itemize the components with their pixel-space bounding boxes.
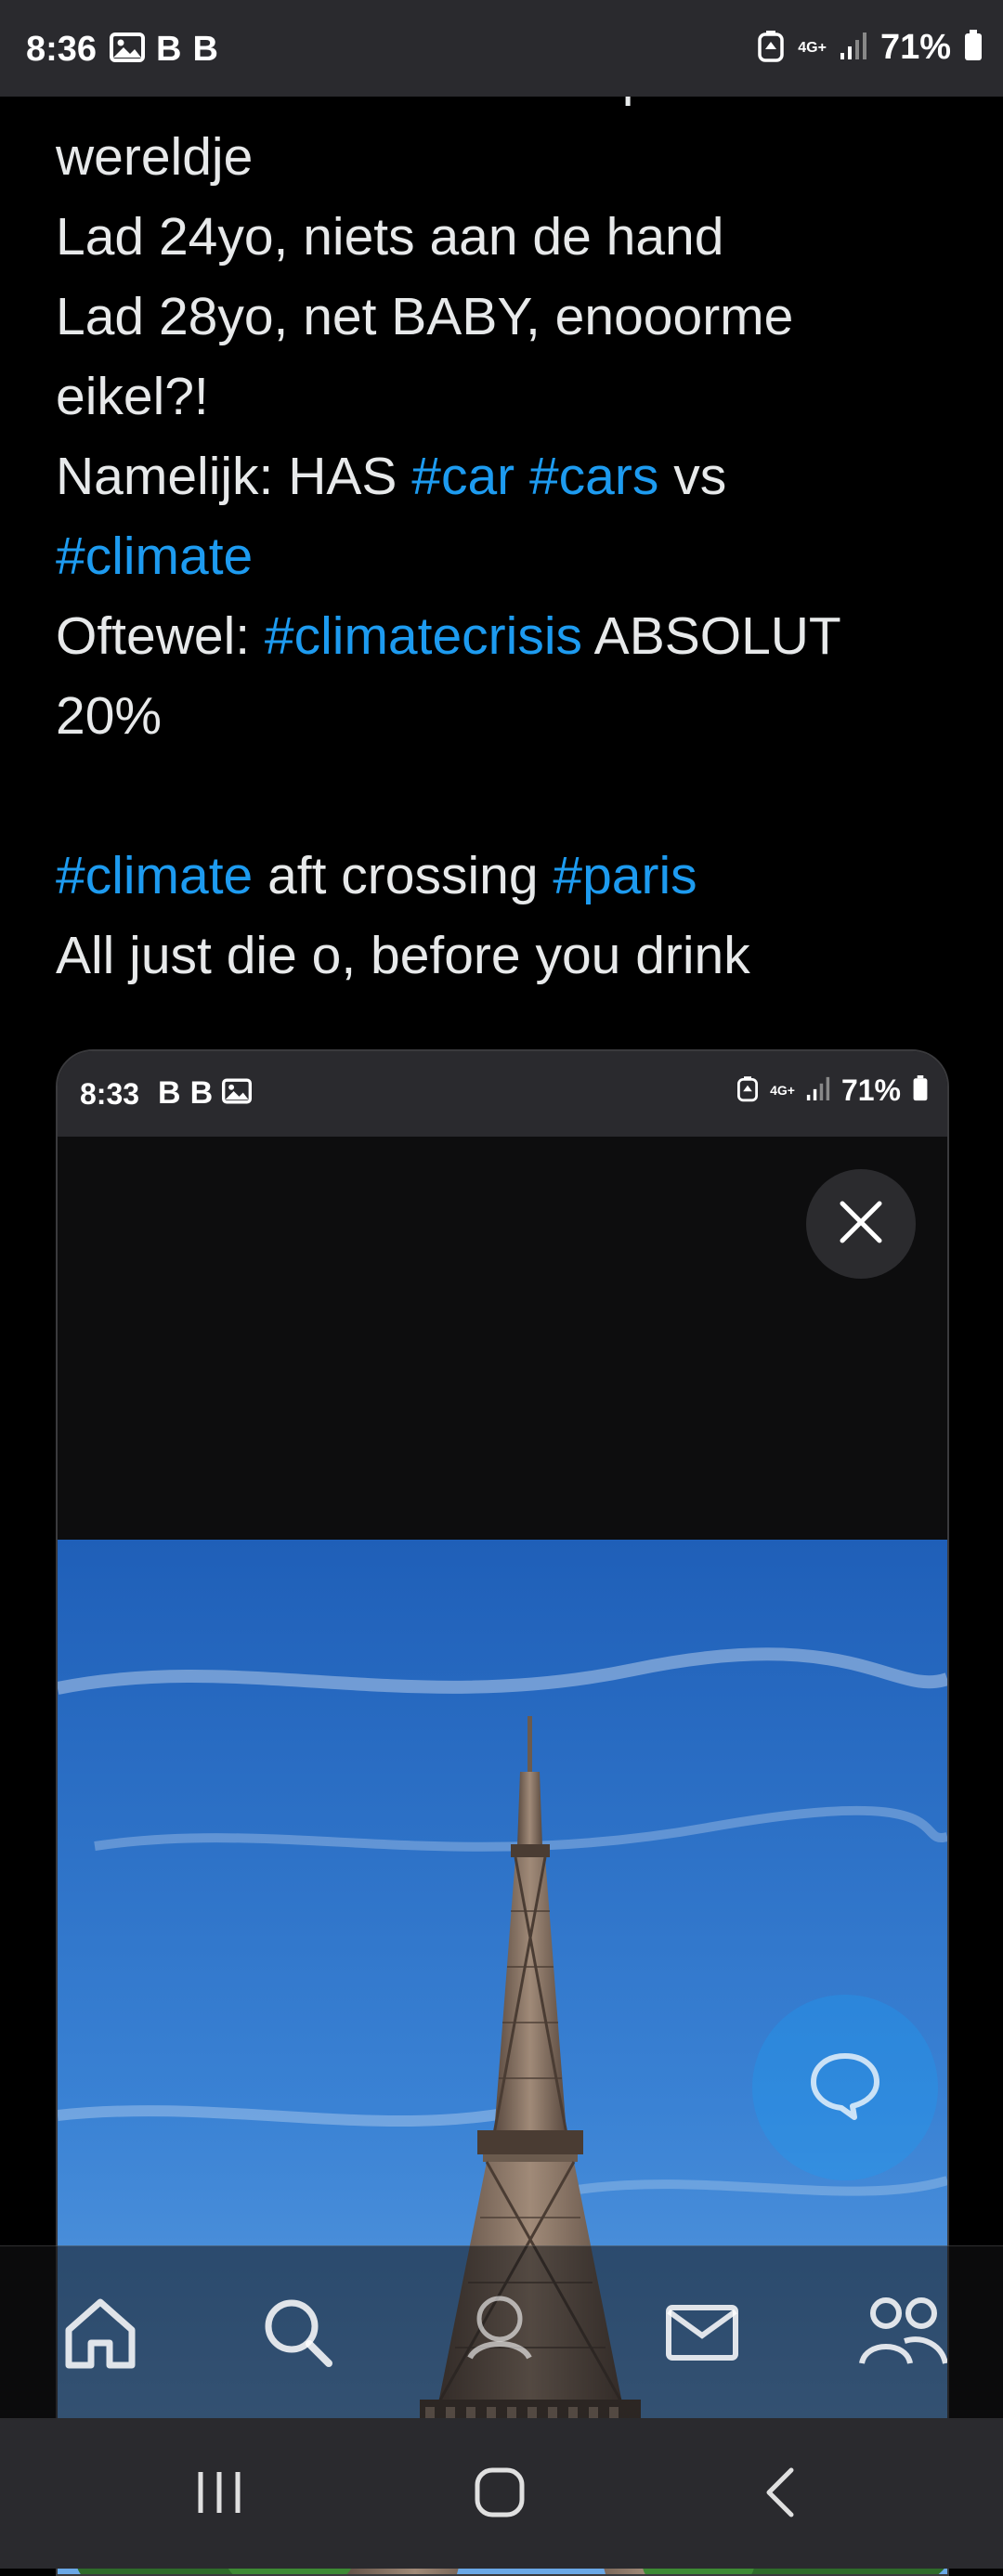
tweet-line: Lad 28yo, net BABY, enooorme xyxy=(56,277,947,357)
tweet-text-segment: Namelijk: HAS xyxy=(56,447,412,506)
chat-bubble-icon xyxy=(806,2047,884,2129)
tweet-line: eikel?! xyxy=(56,357,947,436)
close-icon xyxy=(838,1199,884,1250)
home-system-button[interactable] xyxy=(453,2461,546,2528)
embedded-notification-icons: B B xyxy=(158,1075,253,1112)
communities-icon xyxy=(461,2293,539,2375)
status-time: 8:36 xyxy=(26,30,98,69)
battery-icon xyxy=(964,30,983,66)
embedded-status-time: 8:33 xyxy=(80,1077,140,1111)
embedded-status-bar: 8:33 B B 4G+ 71% xyxy=(58,1051,947,1137)
status-bar: 8:36 B B 4G+ 71% xyxy=(0,0,1003,97)
tweet-text-segment: ABSOLUT xyxy=(581,606,841,666)
hashtag-link[interactable]: #climatecrisis xyxy=(265,606,582,666)
tweet-text-segment: 20% xyxy=(56,686,163,746)
signal-icon xyxy=(840,31,867,65)
nav-search-button[interactable] xyxy=(253,2289,342,2378)
nav-messages-button[interactable] xyxy=(658,2289,747,2378)
tweet-line: All just die o, before you drink xyxy=(56,916,947,995)
b-notification-icon: B xyxy=(158,1075,181,1111)
compose-reply-button[interactable] xyxy=(752,1995,938,2180)
hashtag-link[interactable]: #paris xyxy=(553,846,697,905)
tweet-text-segment: vs xyxy=(658,447,727,506)
battery-icon xyxy=(912,1075,929,1106)
data-saver-icon xyxy=(736,1074,759,1107)
status-notification-icons: B B xyxy=(110,30,218,70)
tweet-line: wereldje xyxy=(56,117,947,197)
tweet-line: Auto's net als Arabic... apart xyxy=(56,97,947,117)
network-type: 4G+ xyxy=(798,40,827,56)
recent-apps-icon xyxy=(191,2466,247,2523)
close-button[interactable] xyxy=(806,1169,916,1279)
tweet-line: 20% xyxy=(56,676,947,756)
tweet-line: #climate xyxy=(56,516,947,596)
tweet-line: Lad 24yo, niets aan de hand xyxy=(56,197,947,277)
network-type: 4G+ xyxy=(770,1083,795,1098)
tweet-text-segment: eikel?! xyxy=(56,367,209,426)
back-icon xyxy=(760,2465,801,2525)
nav-home-button[interactable] xyxy=(56,2289,145,2378)
tweet-text-segment: All just die o, before you drink xyxy=(56,926,750,985)
b-notification-icon: B xyxy=(156,30,182,69)
tweet-text-segment xyxy=(515,447,529,506)
battery-percentage: 71% xyxy=(879,28,951,67)
back-button[interactable] xyxy=(734,2461,827,2528)
hashtag-link[interactable]: #climate xyxy=(56,846,253,905)
search-icon xyxy=(258,2293,336,2375)
gallery-icon xyxy=(110,33,145,67)
tweet-text-segment: aft crossing xyxy=(253,846,554,905)
tweet-text: Auto's net als Arabic... apart wereldje La… xyxy=(56,97,947,995)
embedded-system-icons: 4G+ 71% xyxy=(736,1073,929,1108)
tweet-text-segment: Lad 24yo, niets aan de hand xyxy=(56,207,724,267)
hashtag-link[interactable]: #car xyxy=(411,447,515,506)
battery-percentage: 71% xyxy=(840,1073,901,1107)
signal-icon xyxy=(806,1075,830,1106)
hashtag-link[interactable]: #cars xyxy=(529,447,658,506)
messages-icon xyxy=(663,2293,741,2375)
recent-apps-button[interactable] xyxy=(173,2461,266,2528)
tweet-text-segment: Lad 28yo, net BABY, enooorme xyxy=(56,287,794,346)
tweet-line: Oftewel: #climatecrisis ABSOLUT xyxy=(56,596,947,676)
gallery-icon xyxy=(222,1078,253,1109)
system-navigation-bar xyxy=(0,2418,1003,2569)
hashtag-link[interactable]: #climate xyxy=(56,527,253,586)
data-saver-icon xyxy=(757,29,785,67)
tweet-text-segment: Oftewel: xyxy=(56,606,265,666)
nav-people-button[interactable] xyxy=(858,2289,948,2378)
home-icon xyxy=(61,2293,139,2375)
people-icon xyxy=(858,2293,948,2375)
b-notification-icon: B xyxy=(192,30,218,69)
status-system-icons: 4G+ 71% xyxy=(757,28,983,68)
b-notification-icon: B xyxy=(189,1075,214,1111)
bottom-navigation-bar xyxy=(0,2245,1003,2419)
tweet-line: #climate aft crossing #paris xyxy=(56,836,947,916)
home-button-icon xyxy=(472,2465,528,2525)
nav-communities-button[interactable] xyxy=(455,2289,544,2378)
tweet-text-segment: Auto's net als Arabic... apart xyxy=(56,97,713,107)
tweet-text-segment: wereldje xyxy=(56,127,254,187)
tweet-line xyxy=(56,756,947,836)
tweet-line: Namelijk: HAS #car #cars vs xyxy=(56,436,947,516)
